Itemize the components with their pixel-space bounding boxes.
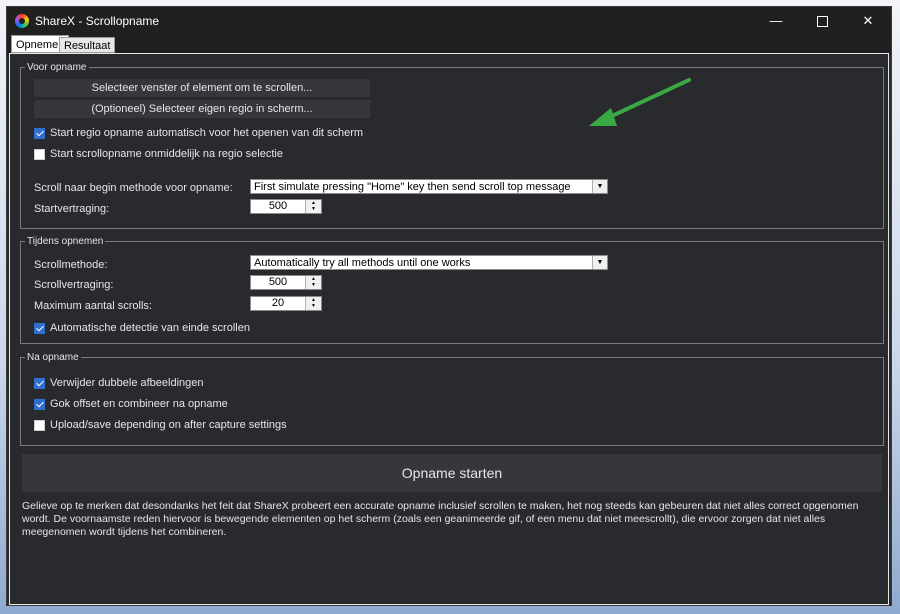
after-capture-legend: Na opname xyxy=(27,352,79,363)
checkbox-checked-icon xyxy=(34,127,45,139)
scroll-method-select[interactable]: Automatically try all methods until one … xyxy=(250,255,608,270)
select-region-button[interactable]: (Optioneel) Selecteer eigen regio in sch… xyxy=(34,100,370,118)
maximize-button[interactable] xyxy=(799,7,845,35)
stepper-buttons[interactable]: ▲ ▼ xyxy=(305,276,321,289)
disclaimer-note: Gelieve op te merken dat desondanks het … xyxy=(22,500,859,538)
scroll-delay-label: Scrollvertraging: xyxy=(34,279,114,291)
scroll-to-top-method-select[interactable]: First simulate pressing "Home" key then … xyxy=(250,179,608,194)
scroll-method-value: Automatically try all methods until one … xyxy=(254,257,471,269)
stepper-down-icon[interactable]: ▼ xyxy=(306,206,321,212)
scroll-to-top-method-value: First simulate pressing "Home" key then … xyxy=(254,181,571,193)
start-capture-button[interactable]: Opname starten xyxy=(22,454,882,492)
max-scrolls-label: Maximum aantal scrolls: xyxy=(34,300,152,312)
stepper-down-icon[interactable]: ▼ xyxy=(306,303,321,309)
stepper-buttons[interactable]: ▲ ▼ xyxy=(305,297,321,310)
stepper-buttons[interactable]: ▲ ▼ xyxy=(305,200,321,213)
chevron-down-icon: ▼ xyxy=(592,180,607,193)
start-delay-value: 500 xyxy=(268,200,288,212)
checkbox-checked-icon xyxy=(34,377,45,389)
guess-offset-checkbox[interactable]: Gok offset en combineer na opname xyxy=(34,396,228,412)
sharex-logo-icon xyxy=(15,14,29,28)
tab-resultaat[interactable]: Resultaat xyxy=(59,37,116,53)
remove-duplicates-label: Verwijder dubbele afbeeldingen xyxy=(50,377,204,389)
start-delay-label: Startvertraging: xyxy=(34,203,110,215)
tab-strip: Opnemen Resultaat xyxy=(7,35,891,55)
select-window-button[interactable]: Selecteer venster of element om te scrol… xyxy=(34,79,370,97)
max-scrolls-value: 20 xyxy=(271,297,285,309)
auto-region-checkbox[interactable]: Start regio opname automatisch voor het … xyxy=(34,125,363,141)
maximize-icon xyxy=(816,16,828,28)
chevron-down-icon: ▼ xyxy=(592,256,607,269)
during-capture-legend: Tijdens opnemen xyxy=(27,236,104,247)
remove-duplicates-checkbox[interactable]: Verwijder dubbele afbeeldingen xyxy=(34,375,204,391)
checkbox-checked-icon xyxy=(34,322,45,334)
upload-save-label: Upload/save depending on after capture s… xyxy=(50,419,287,431)
upload-save-checkbox[interactable]: Upload/save depending on after capture s… xyxy=(34,417,287,433)
scroll-method-label: Scrollmethode: xyxy=(34,259,108,271)
checkbox-unchecked-icon xyxy=(34,148,45,160)
auto-region-label: Start regio opname automatisch voor het … xyxy=(50,127,364,139)
start-delay-stepper[interactable]: 500 ▲ ▼ xyxy=(250,199,322,214)
start-immediately-checkbox[interactable]: Start scrollopname onmiddelijk na regio … xyxy=(34,146,283,162)
stepper-down-icon[interactable]: ▼ xyxy=(306,282,321,288)
max-scrolls-stepper[interactable]: 20 ▲ ▼ xyxy=(250,296,322,311)
scroll-delay-stepper[interactable]: 500 ▲ ▼ xyxy=(250,275,322,290)
tab-content: Voor opname Selecteer venster of element… xyxy=(9,53,889,605)
arrow-head-icon xyxy=(589,108,617,126)
scroll-to-top-method-label: Scroll naar begin methode voor opname: xyxy=(34,182,233,194)
scroll-delay-value: 500 xyxy=(268,276,288,288)
sharex-window: ShareX - Scrollopname — ✕ Opnemen Result… xyxy=(6,6,892,606)
window-title: ShareX - Scrollopname xyxy=(35,14,160,28)
close-button[interactable]: ✕ xyxy=(845,7,891,35)
checkbox-unchecked-icon xyxy=(34,419,45,431)
before-capture-legend: Voor opname xyxy=(27,62,87,73)
auto-detect-end-checkbox[interactable]: Automatische detectie van einde scrollen xyxy=(34,320,250,336)
auto-detect-end-label: Automatische detectie van einde scrollen xyxy=(50,322,250,334)
title-bar: ShareX - Scrollopname — ✕ xyxy=(7,7,891,35)
guess-offset-label: Gok offset en combineer na opname xyxy=(50,398,228,410)
minimize-button[interactable]: — xyxy=(753,7,799,35)
start-immediately-label: Start scrollopname onmiddelijk na regio … xyxy=(50,148,283,160)
checkbox-checked-icon xyxy=(34,398,45,410)
green-arrow-annotation xyxy=(589,78,691,126)
